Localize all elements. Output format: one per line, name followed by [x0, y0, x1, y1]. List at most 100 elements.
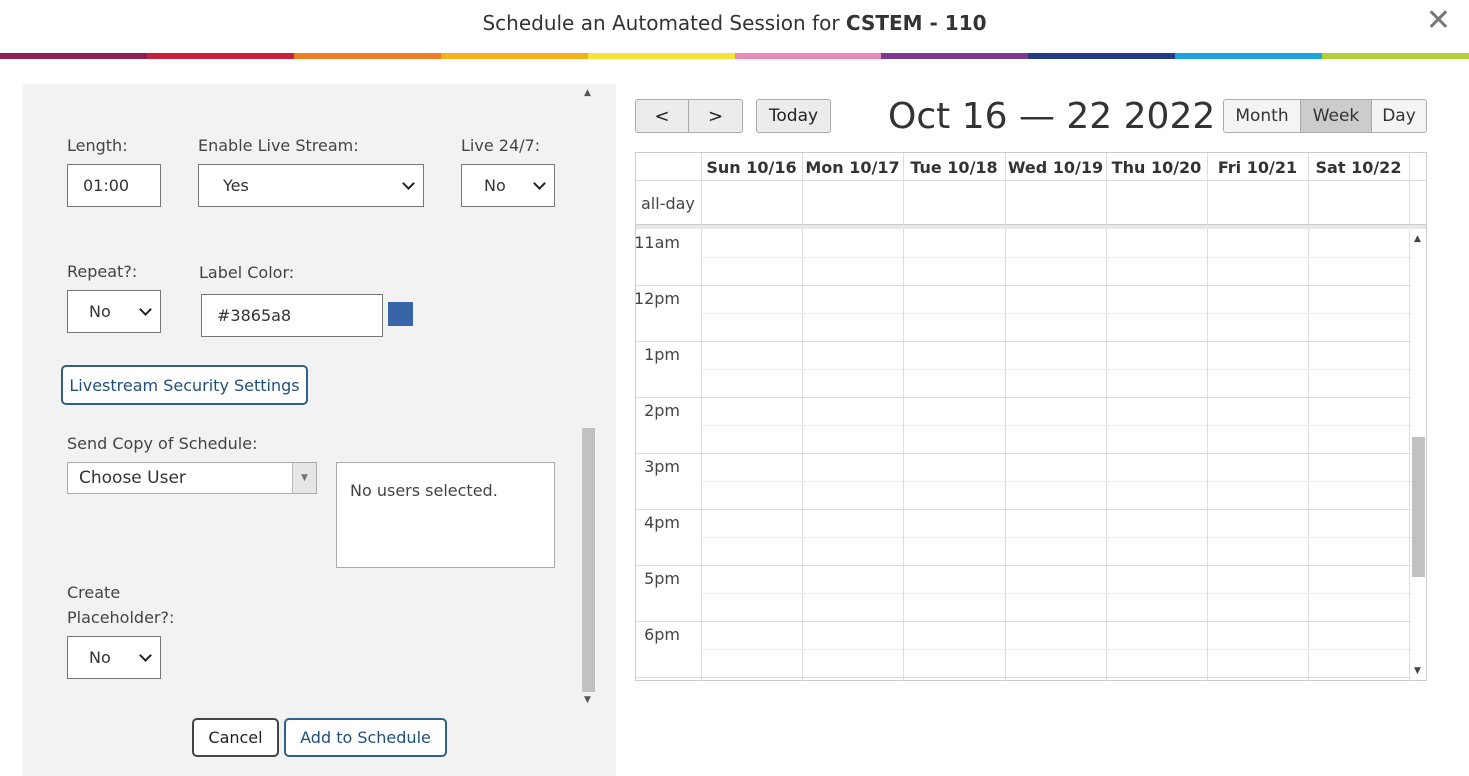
stripe-segment [1322, 53, 1469, 59]
live-stream-select[interactable]: Yes [198, 164, 424, 207]
dialog-title: Schedule an Automated Session for CSTEM … [0, 11, 1469, 35]
no-users-text: No users selected. [350, 481, 498, 500]
add-to-schedule-button[interactable]: Add to Schedule [284, 718, 447, 757]
day-view-button[interactable]: Day [1371, 99, 1427, 133]
color-stripe [0, 53, 1469, 59]
column-divider [903, 181, 904, 224]
column-divider [701, 181, 702, 224]
column-divider [1207, 153, 1208, 180]
day-header[interactable]: Fri 10/21 [1207, 153, 1308, 181]
live-stream-value: Yes [223, 176, 249, 195]
time-label: 4pm [644, 513, 680, 532]
prev-week-button[interactable]: < [635, 99, 689, 133]
chevron-down-icon [533, 177, 546, 190]
time-label: 3pm [644, 457, 680, 476]
column-divider [1308, 181, 1309, 224]
column-divider [1409, 181, 1410, 224]
repeat-label: Repeat?: [67, 262, 138, 281]
repeat-select[interactable]: No [67, 290, 161, 333]
scroll-down-icon[interactable]: ▼ [1414, 666, 1421, 676]
column-divider [802, 229, 803, 681]
scroll-down-icon[interactable]: ▼ [584, 695, 591, 705]
half-hour-line [701, 593, 1411, 594]
hour-line [636, 229, 1411, 230]
title-room: CSTEM - 110 [845, 11, 987, 35]
length-label: Length: [67, 136, 128, 155]
half-hour-line [701, 425, 1411, 426]
all-day-row[interactable]: all-day [636, 181, 1426, 225]
month-view-button[interactable]: Month [1223, 99, 1301, 133]
choose-user-select[interactable]: Choose User ▼ [67, 462, 317, 494]
column-divider [802, 153, 803, 180]
half-hour-line [701, 369, 1411, 370]
day-header-row: Sun 10/16 Mon 10/17 Tue 10/18 Wed 10/19 Thu … [636, 153, 1426, 181]
column-divider [701, 153, 702, 180]
column-divider [1207, 181, 1208, 224]
day-header[interactable]: Sun 10/16 [701, 153, 802, 181]
calendar-scrollbar-thumb[interactable] [1412, 437, 1425, 577]
placeholder-select[interactable]: No [67, 636, 161, 679]
half-hour-line [701, 313, 1411, 314]
stripe-segment [293, 53, 441, 59]
column-divider [1005, 181, 1006, 224]
length-value: 01:00 [83, 176, 130, 195]
column-divider [802, 181, 803, 224]
stripe-segment [146, 53, 294, 59]
time-grid[interactable]: 11am 12pm 1pm 2pm 3pm 4pm 5pm 6pm [636, 229, 1411, 681]
stripe-segment [1028, 53, 1176, 59]
time-label: 11am [636, 233, 680, 252]
choose-user-text: Choose User [79, 468, 186, 488]
day-header[interactable]: Mon 10/17 [802, 153, 903, 181]
all-day-label: all-day [641, 194, 695, 213]
hour-line [636, 677, 1411, 678]
column-divider [1207, 229, 1208, 681]
half-hour-line [701, 257, 1411, 258]
half-hour-line [701, 481, 1411, 482]
color-swatch[interactable] [388, 302, 413, 326]
today-button[interactable]: Today [756, 99, 831, 133]
live-stream-label: Enable Live Stream: [198, 136, 359, 155]
column-divider [1409, 153, 1410, 180]
column-divider [903, 229, 904, 681]
time-label: 2pm [644, 401, 680, 420]
half-hour-line [701, 649, 1411, 650]
chevron-down-icon [402, 177, 415, 190]
day-header[interactable]: Sat 10/22 [1308, 153, 1409, 181]
label-color-value: #3865a8 [217, 306, 292, 325]
placeholder-value: No [89, 648, 111, 667]
chevron-down-icon [139, 649, 152, 662]
hour-line [636, 565, 1411, 566]
live247-label: Live 24/7: [461, 136, 541, 155]
day-header[interactable]: Tue 10/18 [903, 153, 1005, 181]
day-header[interactable]: Wed 10/19 [1005, 153, 1106, 181]
length-input[interactable]: 01:00 [67, 164, 161, 207]
placeholder-label-line1: Create [67, 583, 121, 602]
time-label: 6pm [644, 625, 680, 644]
column-divider [1106, 229, 1107, 681]
repeat-value: No [89, 302, 111, 321]
column-divider [1106, 153, 1107, 180]
column-divider [1106, 181, 1107, 224]
column-divider [701, 229, 702, 681]
column-divider [1308, 153, 1309, 180]
form-scrollbar-thumb[interactable] [582, 428, 595, 692]
time-label: 5pm [644, 569, 680, 588]
live247-select[interactable]: No [461, 164, 555, 207]
dialog-header: Schedule an Automated Session for CSTEM … [0, 0, 1469, 52]
livestream-security-button[interactable]: Livestream Security Settings [61, 365, 308, 405]
week-calendar: Sun 10/16 Mon 10/17 Tue 10/18 Wed 10/19 Thu … [635, 152, 1427, 681]
close-icon[interactable]: ✕ [1426, 6, 1451, 36]
chevron-down-icon [139, 303, 152, 316]
time-label: 1pm [644, 345, 680, 364]
stripe-segment [734, 53, 882, 59]
cancel-button[interactable]: Cancel [192, 718, 279, 757]
scroll-up-icon[interactable]: ▲ [584, 88, 591, 98]
week-view-button[interactable]: Week [1300, 99, 1372, 133]
hour-line [636, 397, 1411, 398]
scroll-up-icon[interactable]: ▲ [1414, 234, 1421, 244]
day-header[interactable]: Thu 10/20 [1106, 153, 1207, 181]
send-copy-label: Send Copy of Schedule: [67, 434, 258, 453]
next-week-button[interactable]: > [688, 99, 743, 133]
label-color-input[interactable]: #3865a8 [201, 294, 383, 337]
chevron-right-icon: > [707, 105, 724, 127]
